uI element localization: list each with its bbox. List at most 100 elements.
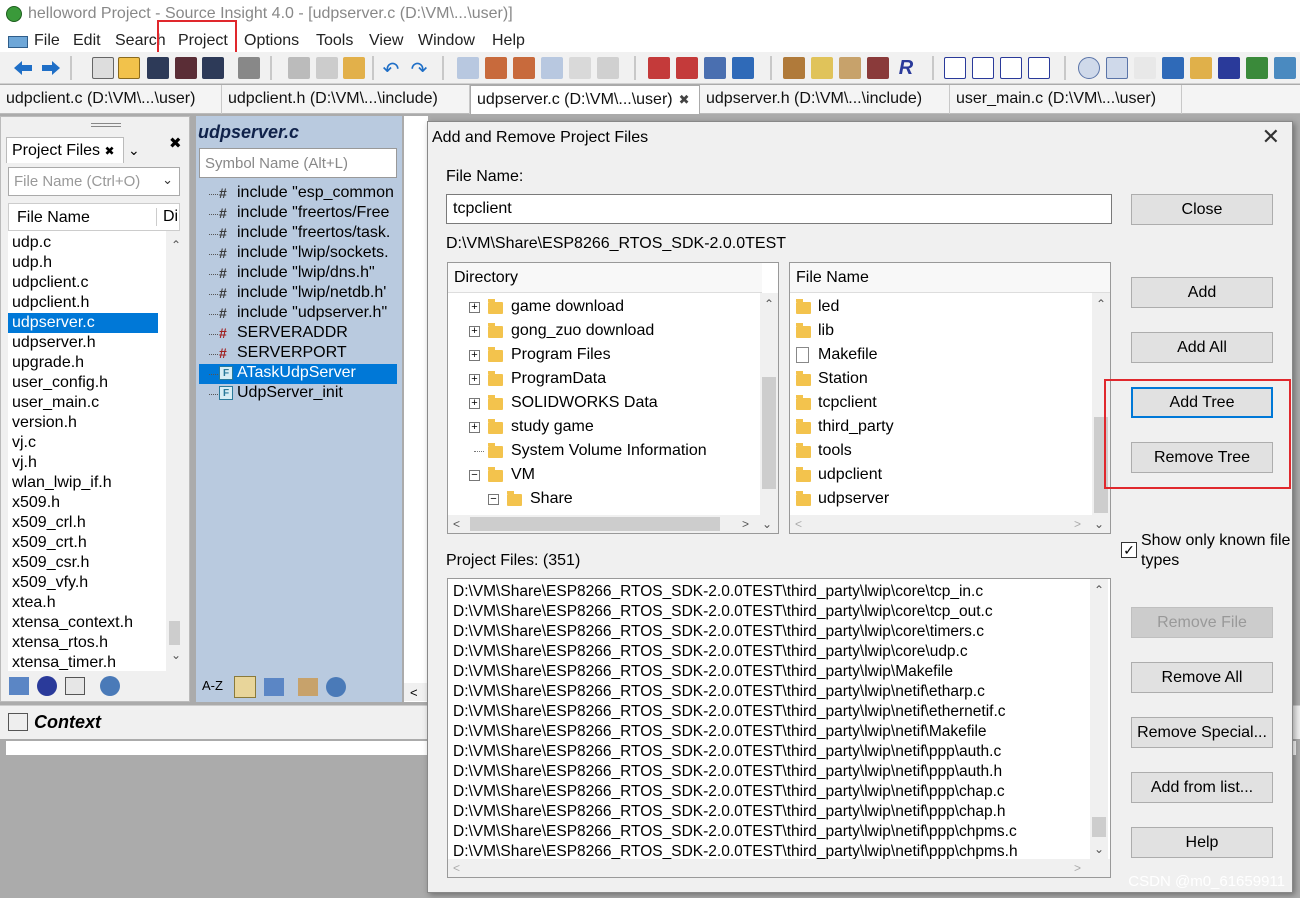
vertical-scrollbar[interactable]: ⌃ ⌄ (166, 231, 180, 671)
symbol-item-selected[interactable]: F ATaskUdpServer (199, 364, 397, 384)
book-icon[interactable] (298, 678, 318, 696)
scroll-left-icon[interactable]: < (795, 518, 802, 530)
expand-icon[interactable]: + (469, 374, 480, 385)
scroll-down-icon[interactable]: ⌄ (1094, 518, 1104, 530)
symbol-item[interactable]: # SERVERPORT (199, 344, 347, 364)
add-button[interactable]: Add (1131, 277, 1273, 308)
close-tab-icon[interactable]: ✖ (679, 92, 690, 107)
tree-item[interactable]: + gong_zuo download (448, 321, 758, 345)
menu-view[interactable]: View (369, 32, 403, 50)
list-item[interactable]: vj.c (8, 433, 158, 453)
list-item[interactable]: udpclient.h (8, 293, 158, 313)
list-item[interactable]: wlan_lwip_if.h (8, 473, 158, 493)
project-window-icon[interactable] (1078, 57, 1100, 79)
list-item[interactable]: xtea.h (8, 593, 158, 613)
menu-help[interactable]: Help (492, 32, 525, 50)
horizontal-scrollbar[interactable]: < > (448, 859, 1110, 877)
list-item[interactable]: x509_vfy.h (8, 573, 158, 593)
symbol-item[interactable]: # include "lwip/netdb.h' (199, 284, 386, 304)
horizontal-scrollbar[interactable]: < > ⌄ (448, 515, 778, 533)
tab-udpserver-c[interactable]: udpserver.c (D:\VM\...\user) ✖ (470, 85, 700, 114)
scroll-thumb[interactable] (1092, 817, 1106, 837)
jump-icon[interactable] (704, 57, 726, 79)
bookmark-next-icon[interactable] (676, 57, 698, 79)
gear-icon[interactable] (100, 676, 120, 696)
collapse-icon[interactable]: − (469, 470, 480, 481)
replace-icon[interactable] (569, 57, 591, 79)
file-list-item[interactable]: udpserver (790, 489, 1090, 513)
tree-item[interactable]: − VM (448, 465, 758, 489)
symbol-item[interactable]: F UdpServer_init (199, 384, 343, 404)
list-item[interactable]: udp.c (8, 233, 158, 253)
list-item[interactable]: xtensa_timer.h (8, 653, 158, 671)
scroll-down-icon[interactable]: ⌄ (762, 518, 772, 530)
scroll-left-icon[interactable]: < (453, 862, 460, 874)
menu-tools[interactable]: Tools (316, 32, 353, 50)
expand-icon[interactable]: + (469, 422, 480, 433)
web-search-icon[interactable] (597, 57, 619, 79)
category-icon[interactable] (264, 678, 284, 696)
list-item[interactable]: udpserver.h (8, 333, 158, 353)
scroll-thumb[interactable] (169, 621, 180, 645)
context-window-icon[interactable] (1162, 57, 1184, 79)
project-file-row[interactable]: D:\VM\Share\ESP8266_RTOS_SDK-2.0.0TEST\t… (453, 623, 984, 643)
project-file-row[interactable]: D:\VM\Share\ESP8266_RTOS_SDK-2.0.0TEST\t… (453, 583, 983, 603)
list-item[interactable]: x509_crl.h (8, 513, 158, 533)
project-file-row[interactable]: D:\VM\Share\ESP8266_RTOS_SDK-2.0.0TEST\t… (453, 783, 1005, 803)
project-file-row[interactable]: D:\VM\Share\ESP8266_RTOS_SDK-2.0.0TEST\t… (453, 703, 1006, 723)
horizontal-scrollbar[interactable]: < > ⌄ (790, 515, 1110, 533)
symbol-item[interactable]: # SERVERADDR (199, 324, 348, 344)
tree-item[interactable]: − Share (448, 489, 758, 513)
symbol-item[interactable]: # include "esp_common (199, 184, 394, 204)
add-from-list-button[interactable]: Add from list... (1131, 772, 1273, 803)
panel-close-icon[interactable]: ✖ (169, 134, 182, 152)
tree-item[interactable]: + game download (448, 297, 758, 321)
expand-icon[interactable]: + (469, 350, 480, 361)
scroll-up-icon[interactable]: ⌃ (171, 239, 180, 251)
list-item[interactable]: vj.h (8, 453, 158, 473)
tree-item[interactable]: + study game (448, 417, 758, 441)
scroll-left-icon[interactable]: < (404, 683, 428, 701)
paste-icon[interactable] (343, 57, 365, 79)
list-item[interactable]: version.h (8, 413, 158, 433)
file-name-search-input[interactable]: File Name (Ctrl+O) ⌄ (8, 167, 180, 196)
list-item[interactable]: xtensa_rtos.h (8, 633, 158, 653)
scroll-up-icon[interactable]: ⌃ (764, 298, 774, 310)
help-button[interactable]: Help (1131, 827, 1273, 858)
project-file-row[interactable]: D:\VM\Share\ESP8266_RTOS_SDK-2.0.0TEST\t… (453, 763, 1002, 783)
scroll-thumb[interactable] (762, 377, 776, 489)
symbol-search-input[interactable]: Symbol Name (Alt+L) (199, 148, 397, 178)
undo-icon[interactable]: ↶ (380, 57, 402, 81)
new-file-icon[interactable] (92, 57, 114, 79)
project-file-row[interactable]: D:\VM\Share\ESP8266_RTOS_SDK-2.0.0TEST\t… (453, 723, 987, 743)
directory-header[interactable]: Directory (448, 263, 762, 293)
tree-item[interactable]: + SOLIDWORKS Data (448, 393, 758, 417)
folder-tree-icon[interactable] (9, 677, 29, 695)
tree-item[interactable]: + ProgramData (448, 369, 758, 393)
scroll-thumb[interactable] (470, 517, 720, 531)
scroll-down-icon[interactable]: ⌄ (171, 649, 180, 661)
show-known-checkbox[interactable]: ✓ (1121, 542, 1137, 558)
sort-az-icon[interactable]: A-Z (202, 678, 223, 693)
scroll-right-icon[interactable]: > (1074, 862, 1081, 874)
symbol-item[interactable]: # include "udpserver.h" (199, 304, 387, 324)
list-item-selected[interactable]: udpserver.c (8, 313, 158, 333)
file-list-item[interactable]: third_party (790, 417, 1090, 441)
redo-icon[interactable]: ↷ (408, 57, 430, 81)
list-item[interactable]: upgrade.h (8, 353, 158, 373)
find-icon[interactable] (457, 57, 479, 79)
list-item[interactable]: x509_csr.h (8, 553, 158, 573)
chevron-down-icon[interactable]: ⌄ (128, 142, 140, 159)
symbol-item[interactable]: # include "lwip/sockets. (199, 244, 389, 264)
file-name-input[interactable]: tcpclient (446, 194, 1112, 224)
remove-all-button[interactable]: Remove All (1131, 662, 1273, 693)
clip-window-icon[interactable] (1190, 57, 1212, 79)
remove-file-button[interactable]: Remove File (1131, 607, 1273, 638)
copy-icon[interactable] (316, 57, 338, 79)
open-folder-icon[interactable] (118, 57, 140, 79)
back-arrow-icon[interactable] (12, 57, 34, 79)
system-menu-icon[interactable] (8, 36, 28, 48)
symbol-item[interactable]: # include "freertos/task. (199, 224, 390, 244)
forward-arrow-icon[interactable] (40, 57, 62, 79)
tree-item[interactable]: + Program Files (448, 345, 758, 369)
